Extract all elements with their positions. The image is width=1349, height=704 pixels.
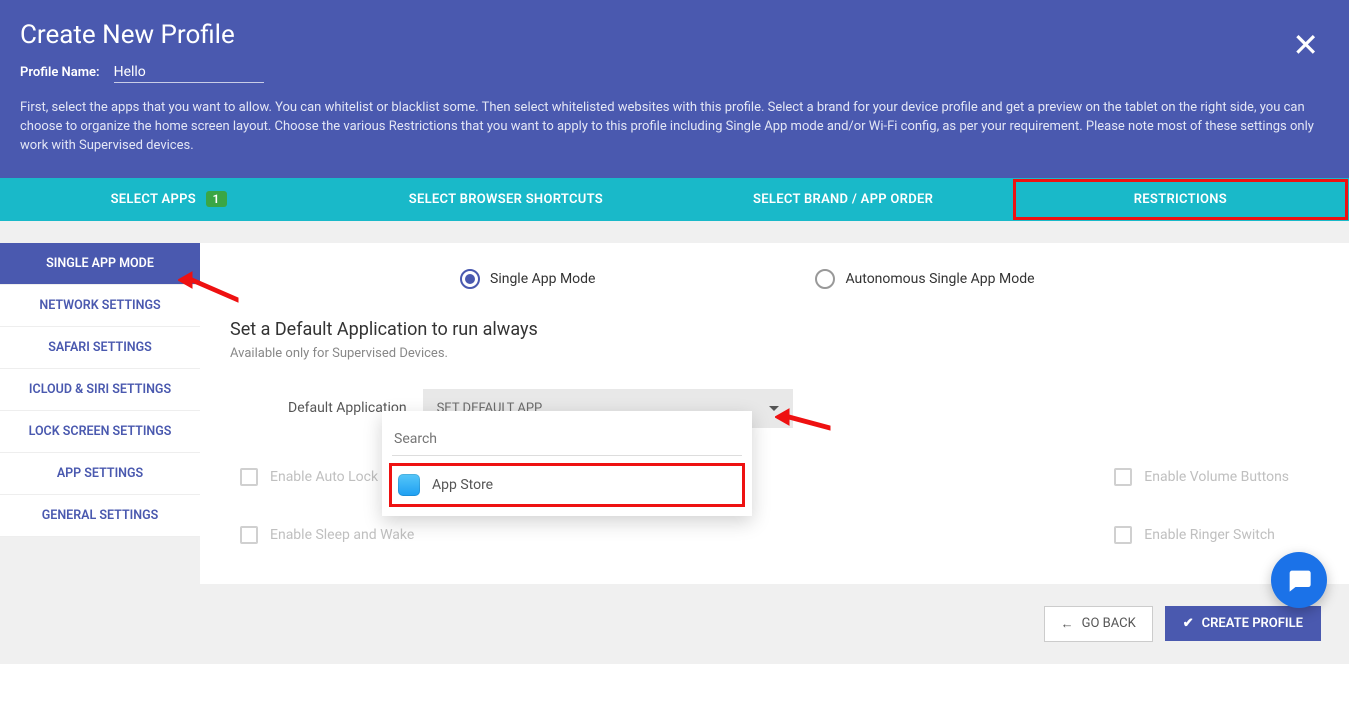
mode-autonomous[interactable]: Autonomous Single App Mode xyxy=(815,269,1034,289)
main-panel: Single App Mode Autonomous Single App Mo… xyxy=(200,243,1349,584)
section-subtitle: Available only for Supervised Devices. xyxy=(230,346,1319,361)
button-label: GO BACK xyxy=(1082,616,1136,631)
profile-name-label: Profile Name: xyxy=(20,65,100,80)
radio-checked-icon xyxy=(460,269,480,289)
arrow-left-icon: ← xyxy=(1061,616,1074,632)
mode-single-app[interactable]: Single App Mode xyxy=(460,269,595,289)
check-enable-ringer-switch[interactable]: Enable Ringer Switch xyxy=(1114,526,1289,544)
sidebar-item-lock-screen[interactable]: LOCK SCREEN SETTINGS xyxy=(0,411,200,453)
check-label: Enable Ringer Switch xyxy=(1144,527,1275,543)
checkbox-icon xyxy=(1114,468,1132,486)
section-title: Set a Default Application to run always xyxy=(230,319,1319,340)
chat-fab[interactable] xyxy=(1271,552,1327,608)
tab-restrictions[interactable]: RESTRICTIONS xyxy=(1012,178,1349,221)
profile-name-row: Profile Name: xyxy=(20,64,1329,83)
tab-browser-shortcuts[interactable]: SELECT BROWSER SHORTCUTS xyxy=(337,178,674,221)
sidebar-item-app-settings[interactable]: APP SETTINGS xyxy=(0,453,200,495)
page-description: First, select the apps that you want to … xyxy=(20,99,1329,156)
checkbox-icon xyxy=(240,468,258,486)
content-area: SINGLE APP MODE NETWORK SETTINGS SAFARI … xyxy=(0,221,1349,584)
dropdown-item-app-store[interactable]: App Store xyxy=(392,466,742,504)
profile-name-input[interactable] xyxy=(114,64,264,83)
sidebar-item-safari-settings[interactable]: SAFARI SETTINGS xyxy=(0,327,200,369)
caret-down-icon xyxy=(769,406,779,411)
tab-label: SELECT APPS xyxy=(111,192,196,207)
dropdown-item-label: App Store xyxy=(432,477,493,493)
default-app-dropdown: App Store xyxy=(382,411,752,516)
mode-label: Single App Mode xyxy=(490,271,595,287)
tab-brand-order[interactable]: SELECT BRAND / APP ORDER xyxy=(675,178,1012,221)
sidebar-item-general-settings[interactable]: GENERAL SETTINGS xyxy=(0,495,200,537)
check-label: Enable Sleep and Wake xyxy=(270,527,414,543)
app-store-icon xyxy=(398,474,420,496)
mode-selection-row: Single App Mode Autonomous Single App Mo… xyxy=(460,269,1319,289)
footer-bar: ← GO BACK ✔ CREATE PROFILE xyxy=(0,584,1349,664)
sidebar-item-icloud-siri[interactable]: ICLOUD & SIRI SETTINGS xyxy=(0,369,200,411)
check-enable-volume-buttons[interactable]: Enable Volume Buttons xyxy=(1114,468,1289,486)
dropdown-search-input[interactable] xyxy=(392,425,742,456)
radio-icon xyxy=(815,269,835,289)
check-label: Enable Auto Lock xyxy=(270,469,378,485)
chat-icon xyxy=(1285,566,1313,594)
step-tabbar: SELECT APPS 1 SELECT BROWSER SHORTCUTS S… xyxy=(0,178,1349,221)
checkbox-col-2: Enable Volume Buttons Enable Ringer Swit… xyxy=(1114,468,1289,544)
sidebar-item-network-settings[interactable]: NETWORK SETTINGS xyxy=(0,285,200,327)
page-header: ✕ Create New Profile Profile Name: First… xyxy=(0,0,1349,178)
check-label: Enable Volume Buttons xyxy=(1144,469,1289,485)
create-profile-button[interactable]: ✔ CREATE PROFILE xyxy=(1165,606,1321,641)
button-label: CREATE PROFILE xyxy=(1202,616,1303,631)
checkbox-icon xyxy=(240,526,258,544)
sidebar-item-single-app-mode[interactable]: SINGLE APP MODE xyxy=(0,243,200,285)
tab-select-apps[interactable]: SELECT APPS 1 xyxy=(0,178,337,221)
restrictions-sidebar: SINGLE APP MODE NETWORK SETTINGS SAFARI … xyxy=(0,243,200,537)
check-icon: ✔ xyxy=(1183,616,1194,631)
go-back-button[interactable]: ← GO BACK xyxy=(1044,606,1153,642)
page-title: Create New Profile xyxy=(20,20,1329,50)
tab-badge: 1 xyxy=(206,191,227,207)
checkbox-icon xyxy=(1114,526,1132,544)
mode-label: Autonomous Single App Mode xyxy=(845,271,1034,287)
check-enable-sleep-wake[interactable]: Enable Sleep and Wake xyxy=(240,526,414,544)
close-icon[interactable]: ✕ xyxy=(1292,26,1319,64)
